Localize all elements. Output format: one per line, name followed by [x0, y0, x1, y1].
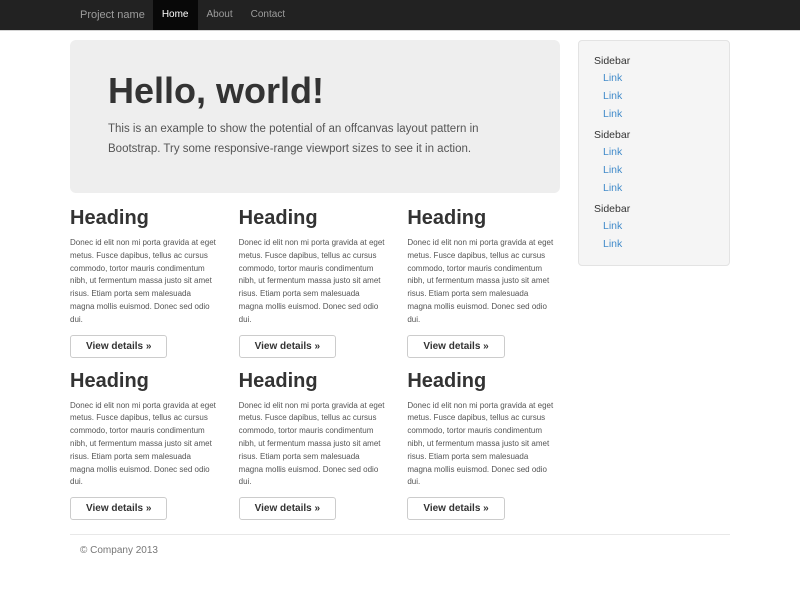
- sidebar-link[interactable]: Link: [594, 105, 714, 123]
- sidebar-link[interactable]: Link: [594, 87, 714, 105]
- card-text: Donec id elit non mi porta gravida at eg…: [70, 237, 223, 327]
- view-details-button[interactable]: View details »: [239, 497, 336, 520]
- sidebar-group: SidebarLinkLinkLink: [594, 129, 714, 197]
- sidebar-link[interactable]: Link: [594, 69, 714, 87]
- sidebar-heading: Sidebar: [594, 55, 714, 67]
- footer: © Company 2013: [70, 534, 730, 556]
- main-row: Hello, world! This is an example to show…: [70, 40, 730, 520]
- view-details-button[interactable]: View details »: [70, 497, 167, 520]
- card-text: Donec id elit non mi porta gravida at eg…: [70, 400, 223, 490]
- card-text: Donec id elit non mi porta gravida at eg…: [239, 400, 392, 490]
- sidebar-link[interactable]: Link: [594, 179, 714, 197]
- sidebar-heading: Sidebar: [594, 203, 714, 215]
- view-details-button[interactable]: View details »: [407, 335, 504, 358]
- navbar-menu: HomeAboutContact: [153, 0, 294, 30]
- navbar: Project name HomeAboutContact: [0, 0, 800, 31]
- content-card: Heading Donec id elit non mi porta gravid…: [407, 369, 560, 521]
- card-heading: Heading: [407, 369, 560, 393]
- card-text: Donec id elit non mi porta gravida at eg…: [407, 237, 560, 327]
- content-card: Heading Donec id elit non mi porta gravid…: [239, 206, 392, 358]
- footer-divider: [70, 534, 730, 535]
- jumbotron: Hello, world! This is an example to show…: [70, 40, 560, 193]
- nav-item-contact[interactable]: Contact: [242, 0, 294, 30]
- card-heading: Heading: [70, 206, 223, 230]
- copyright-text: © Company 2013: [70, 545, 730, 556]
- sidebar-link[interactable]: Link: [594, 143, 714, 161]
- card-heading: Heading: [239, 369, 392, 393]
- view-details-button[interactable]: View details »: [239, 335, 336, 358]
- sidebar: SidebarLinkLinkLinkSidebarLinkLinkLinkSi…: [578, 40, 730, 266]
- cards-grid: Heading Donec id elit non mi porta gravid…: [70, 206, 560, 520]
- navbar-brand[interactable]: Project name: [70, 0, 153, 30]
- card-heading: Heading: [70, 369, 223, 393]
- card-text: Donec id elit non mi porta gravida at eg…: [239, 237, 392, 327]
- main-content: Hello, world! This is an example to show…: [70, 40, 560, 520]
- content-card: Heading Donec id elit non mi porta gravid…: [239, 369, 392, 521]
- view-details-button[interactable]: View details »: [407, 497, 504, 520]
- page-container: Hello, world! This is an example to show…: [70, 40, 730, 556]
- card-text: Donec id elit non mi porta gravida at eg…: [407, 400, 560, 490]
- card-heading: Heading: [407, 206, 560, 230]
- view-details-button[interactable]: View details »: [70, 335, 167, 358]
- sidebar-group: SidebarLinkLinkLink: [594, 55, 714, 123]
- content-card: Heading Donec id elit non mi porta gravid…: [70, 369, 223, 521]
- jumbotron-text: This is an example to show the potential…: [108, 119, 522, 159]
- sidebar-link[interactable]: Link: [594, 161, 714, 179]
- card-heading: Heading: [239, 206, 392, 230]
- sidebar-link[interactable]: Link: [594, 235, 714, 253]
- sidebar-link[interactable]: Link: [594, 217, 714, 235]
- navbar-inner: Project name HomeAboutContact: [70, 0, 730, 30]
- nav-item-home[interactable]: Home: [153, 0, 198, 30]
- content-card: Heading Donec id elit non mi porta gravid…: [407, 206, 560, 358]
- sidebar-group: Sidebar LinkLink: [594, 203, 714, 253]
- jumbotron-title: Hello, world!: [108, 70, 522, 112]
- sidebar-heading: Sidebar: [594, 129, 714, 141]
- content-card: Heading Donec id elit non mi porta gravid…: [70, 206, 223, 358]
- nav-item-about[interactable]: About: [198, 0, 242, 30]
